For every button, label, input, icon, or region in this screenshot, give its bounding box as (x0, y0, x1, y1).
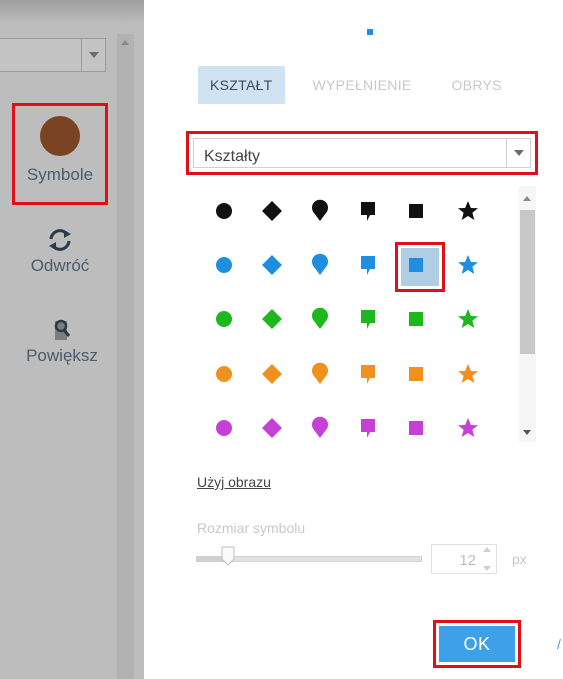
ok-button-highlight: OK (433, 620, 521, 668)
tab-shape[interactable]: KSZTAŁT (198, 66, 285, 104)
zoom-icon (54, 319, 71, 340)
scroll-down-icon[interactable] (523, 430, 531, 435)
shapes-select-value: Kształty (204, 148, 261, 165)
scroll-up-icon[interactable] (121, 40, 129, 45)
symbol-callout-icon[interactable] (352, 358, 384, 390)
symbol-size-input[interactable]: 12 (431, 544, 497, 574)
symbol-tabs: KSZTAŁT WYPEŁNIENIE OBRYS (198, 66, 530, 104)
symbol-circle-icon[interactable] (208, 195, 240, 227)
reverse-tool-button[interactable]: Odwróć (18, 228, 102, 276)
symbol-callout-icon[interactable] (352, 412, 384, 444)
size-slider-handle[interactable] (221, 546, 235, 566)
symbol-diamond-icon[interactable] (256, 249, 288, 281)
zoom-tool-label: Powiększ (26, 346, 98, 365)
symbol-pin-icon[interactable] (304, 358, 336, 390)
shapes-select-frame: Kształty (193, 138, 531, 168)
size-spinner[interactable] (480, 547, 494, 571)
left-panel-shadow (0, 0, 144, 24)
symbol-pin-icon[interactable] (304, 195, 336, 227)
symbol-circle-icon[interactable] (208, 358, 240, 390)
symbol-size-label: Rozmiar symbolu (197, 520, 306, 536)
symbol-diamond-icon[interactable] (256, 412, 288, 444)
symbol-star-icon[interactable] (452, 412, 484, 444)
symbol-square-icon[interactable] (400, 358, 432, 390)
left-dropdown[interactable] (0, 38, 106, 72)
symbol-diamond-icon[interactable] (256, 358, 288, 390)
symbol-circle-icon[interactable] (208, 249, 240, 281)
tab-fill[interactable]: WYPEŁNIENIE (301, 66, 424, 104)
shapes-category-select[interactable]: Kształty (186, 131, 538, 175)
symbol-star-icon[interactable] (452, 249, 484, 281)
dialog-handle-dot (367, 29, 373, 35)
symbol-diamond-icon[interactable] (256, 195, 288, 227)
symbol-square-icon[interactable] (400, 412, 432, 444)
reverse-tool-label: Odwróć (30, 256, 90, 275)
symbol-pin-icon[interactable] (304, 303, 336, 335)
ok-button[interactable]: OK (439, 626, 515, 662)
left-scrollbar[interactable] (117, 34, 134, 679)
symbol-star-icon[interactable] (452, 358, 484, 390)
symbol-size-value: 12 (459, 552, 476, 569)
zoom-tool-button[interactable]: Powiększ (12, 318, 112, 366)
symbols-tool-button[interactable]: Symbole (12, 103, 108, 205)
spinner-down-icon[interactable] (483, 566, 491, 571)
symbol-callout-icon[interactable] (352, 303, 384, 335)
symbol-size-unit: px (512, 551, 527, 567)
scroll-up-icon[interactable] (523, 196, 531, 201)
symbol-circle-icon[interactable] (208, 303, 240, 335)
refresh-icon (49, 229, 71, 251)
brown-circle-icon (40, 116, 80, 156)
use-image-link[interactable]: Użyj obrazu (197, 474, 271, 490)
tab-outline[interactable]: OBRYS (440, 66, 514, 104)
symbol-square-icon[interactable] (400, 195, 432, 227)
symbol-circle-icon[interactable] (208, 412, 240, 444)
symbol-callout-icon[interactable] (352, 249, 384, 281)
symbol-callout-icon[interactable] (352, 195, 384, 227)
symbol-square-icon[interactable] (400, 249, 432, 281)
symbol-diamond-icon[interactable] (256, 303, 288, 335)
symbol-pin-icon[interactable] (304, 249, 336, 281)
scrollbar-thumb[interactable] (520, 210, 535, 354)
symbol-star-icon[interactable] (452, 195, 484, 227)
chevron-down-icon[interactable] (81, 39, 105, 71)
symbol-star-icon[interactable] (452, 303, 484, 335)
chevron-down-icon[interactable] (506, 139, 530, 167)
spinner-up-icon[interactable] (483, 547, 491, 552)
symbol-pin-icon[interactable] (304, 412, 336, 444)
symbols-tool-label: Symbole (26, 165, 94, 184)
symbol-square-icon[interactable] (400, 303, 432, 335)
cut-off-edge-glyph: / (557, 636, 561, 652)
